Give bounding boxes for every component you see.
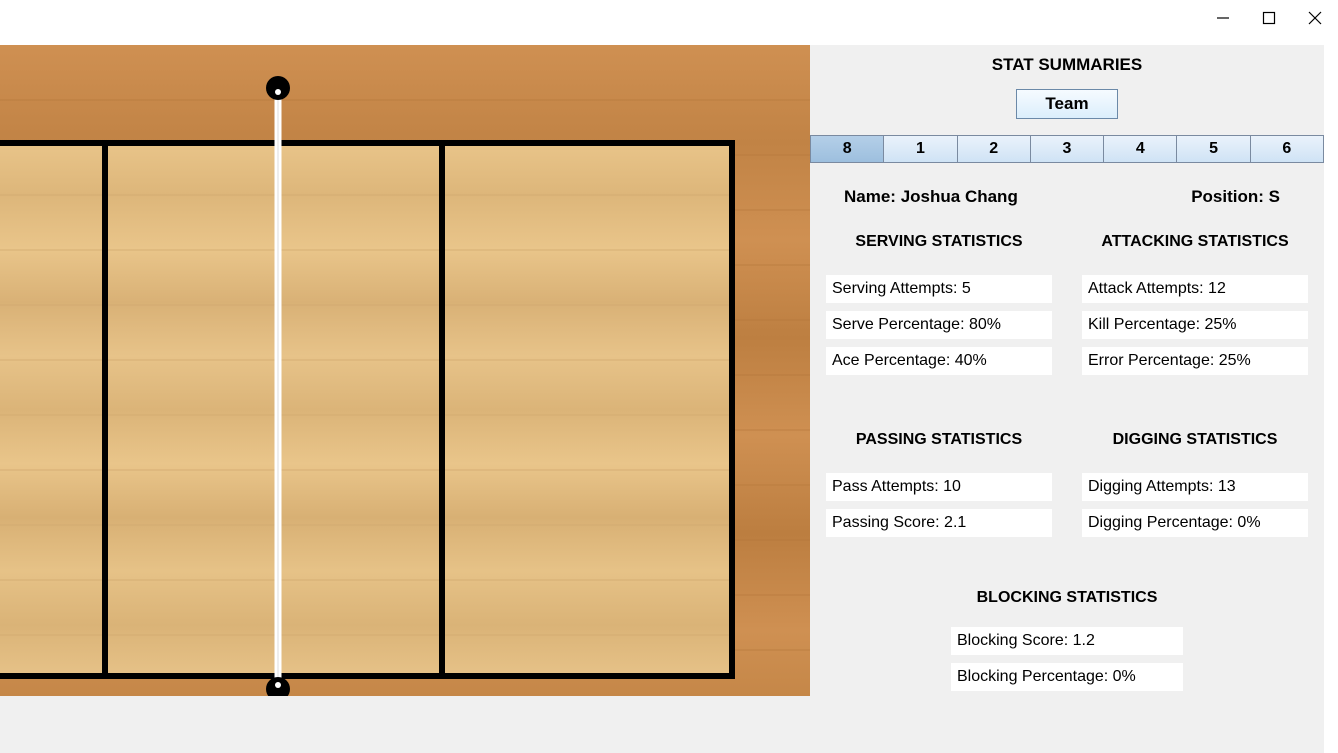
app-body: STAT SUMMARIES Team 8 1 2 3 4 5 6 Name: … <box>0 45 1324 753</box>
attacking-header: ATTACKING STATISTICS <box>1082 233 1308 251</box>
passing-header: PASSING STATISTICS <box>826 431 1052 449</box>
serving-column: SERVING STATISTICS Serving Attempts: 5 S… <box>826 229 1052 383</box>
digging-header: DIGGING STATISTICS <box>1082 431 1308 449</box>
player-info: Name: Joshua Chang Position: S <box>810 187 1324 229</box>
passing-score: Passing Score: 2.1 <box>826 509 1052 537</box>
ace-percentage: Ace Percentage: 40% <box>826 347 1052 375</box>
attack-attempts: Attack Attempts: 12 <box>1082 275 1308 303</box>
player-tab-5[interactable]: 5 <box>1177 136 1250 162</box>
player-position: Position: S <box>1191 187 1300 207</box>
digging-attempts: Digging Attempts: 13 <box>1082 473 1308 501</box>
window-titlebar <box>1200 0 1338 36</box>
attacking-column: ATTACKING STATISTICS Attack Attempts: 12… <box>1082 229 1308 383</box>
serving-attempts: Serving Attempts: 5 <box>826 275 1052 303</box>
court-panel <box>0 45 810 753</box>
digging-column: DIGGING STATISTICS Digging Attempts: 13 … <box>1082 427 1308 545</box>
player-tab-3[interactable]: 3 <box>1031 136 1104 162</box>
blocking-header: BLOCKING STATISTICS <box>810 589 1324 607</box>
team-button[interactable]: Team <box>1016 89 1117 119</box>
player-tab-1[interactable]: 1 <box>884 136 957 162</box>
blocking-percentage: Blocking Percentage: 0% <box>951 663 1183 691</box>
player-tabs: 8 1 2 3 4 5 6 <box>810 135 1324 163</box>
blocking-section: BLOCKING STATISTICS Blocking Score: 1.2 … <box>810 589 1324 699</box>
passing-column: PASSING STATISTICS Pass Attempts: 10 Pas… <box>826 427 1052 545</box>
player-tab-4[interactable]: 4 <box>1104 136 1177 162</box>
player-tab-6[interactable]: 6 <box>1251 136 1323 162</box>
volleyball-court-diagram <box>0 45 810 696</box>
stats-panel: STAT SUMMARIES Team 8 1 2 3 4 5 6 Name: … <box>810 45 1324 753</box>
digging-percentage: Digging Percentage: 0% <box>1082 509 1308 537</box>
serving-header: SERVING STATISTICS <box>826 233 1052 251</box>
pass-attempts: Pass Attempts: 10 <box>826 473 1052 501</box>
serve-percentage: Serve Percentage: 80% <box>826 311 1052 339</box>
player-tab-2[interactable]: 2 <box>958 136 1031 162</box>
kill-percentage: Kill Percentage: 25% <box>1082 311 1308 339</box>
error-percentage: Error Percentage: 25% <box>1082 347 1308 375</box>
stat-summaries-title: STAT SUMMARIES <box>810 55 1324 75</box>
player-tab-8[interactable]: 8 <box>811 136 884 162</box>
minimize-button[interactable] <box>1200 3 1246 33</box>
maximize-button[interactable] <box>1246 3 1292 33</box>
player-name: Name: Joshua Chang <box>844 187 1018 207</box>
blocking-score: Blocking Score: 1.2 <box>951 627 1183 655</box>
close-button[interactable] <box>1292 3 1338 33</box>
